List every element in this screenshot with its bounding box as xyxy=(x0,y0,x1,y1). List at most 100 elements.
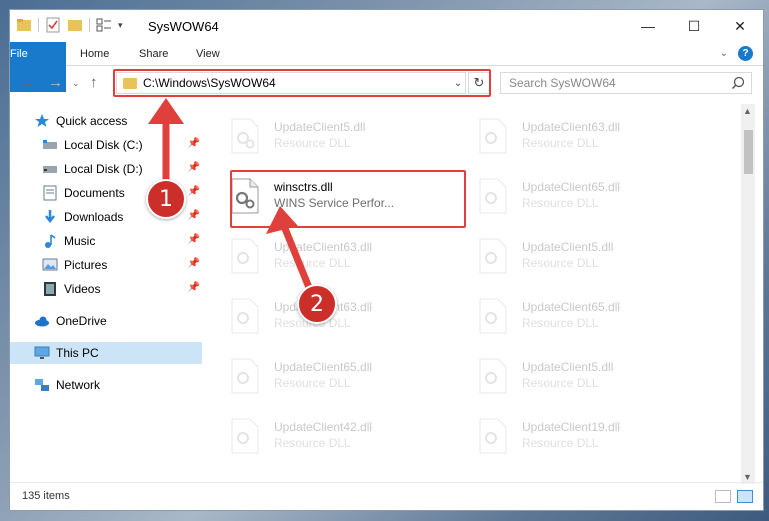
title-bar: ▾ SysWOW64 — ☐ ✕ xyxy=(10,10,763,42)
minimize-button[interactable]: — xyxy=(625,10,671,42)
chevron-down-icon[interactable]: ▾ xyxy=(118,20,123,31)
drive-icon xyxy=(42,161,58,177)
dll-file-icon xyxy=(230,118,266,158)
navigation-pane: Quick access Local Disk (C:) 📌 Local Dis… xyxy=(10,104,206,484)
close-button[interactable]: ✕ xyxy=(717,10,763,42)
forward-arrow-icon[interactable]: → xyxy=(48,74,63,91)
sidebar-item-music[interactable]: Music 📌 xyxy=(42,230,202,252)
step-badge-2: 2 xyxy=(297,284,337,324)
sidebar-item-label: Quick access xyxy=(56,114,128,128)
dll-file-icon xyxy=(478,118,514,158)
dll-file-icon xyxy=(478,358,514,398)
sidebar-item-label: Videos xyxy=(64,282,101,296)
pin-icon[interactable]: 📌 xyxy=(188,138,200,149)
downloads-icon xyxy=(42,209,58,225)
pin-icon[interactable]: 📌 xyxy=(188,186,200,197)
search-placeholder[interactable]: Search SysWOW64 xyxy=(509,76,616,90)
dll-file-icon xyxy=(230,298,266,338)
pictures-icon xyxy=(42,257,58,273)
dll-file-icon xyxy=(230,418,266,458)
star-icon xyxy=(34,113,50,129)
sidebar-item-label: Local Disk (C:) xyxy=(64,138,143,152)
file-item[interactable]: UpdateClient42.dll Resource DLL xyxy=(208,414,448,464)
sidebar-item-label: Network xyxy=(56,378,101,392)
file-item[interactable]: UpdateClient5.dll Resource DLL xyxy=(456,354,696,404)
dll-file-icon xyxy=(478,178,514,218)
ribbon-tabs: File Home Share View ⌄ ? xyxy=(10,42,763,92)
explorer-window: ▾ SysWOW64 — ☐ ✕ File Home Share View ⌄ … xyxy=(9,9,764,511)
sidebar-item-label: Music xyxy=(64,234,96,248)
window-title: SysWOW64 xyxy=(148,19,219,34)
sidebar-item-videos[interactable]: Videos 📌 xyxy=(42,278,202,300)
sidebar-item-local-disk-c[interactable]: Local Disk (C:) 📌 xyxy=(42,134,202,156)
window-controls: — ☐ ✕ xyxy=(625,10,763,42)
file-item[interactable]: UpdateClient65.dll Resource DLL xyxy=(208,354,448,404)
file-description: Resource DLL xyxy=(274,436,351,450)
file-name: UpdateClient65.dll xyxy=(522,180,621,194)
sidebar-item-quick-access[interactable]: Quick access xyxy=(34,110,202,132)
tiles-view-icon[interactable] xyxy=(737,490,753,503)
divider xyxy=(89,18,90,32)
expand-ribbon-icon[interactable]: ⌄ xyxy=(720,48,728,59)
dll-file-icon xyxy=(478,298,514,338)
view-options-icon[interactable] xyxy=(96,17,112,33)
tab-home[interactable]: Home xyxy=(68,42,121,66)
file-item[interactable]: UpdateClient5.dll Resource DLL xyxy=(456,234,696,284)
file-item[interactable]: UpdateClient63.dll Resource DLL xyxy=(456,114,696,164)
new-folder-icon[interactable] xyxy=(67,17,83,33)
step-badge-1: 1 xyxy=(146,179,186,219)
file-name: UpdateClient5.dll xyxy=(274,120,366,134)
file-item[interactable]: UpdateClient19.dll Resource DLL xyxy=(456,414,696,464)
search-box[interactable]: Search SysWOW64 xyxy=(500,72,752,94)
network-icon xyxy=(34,377,50,393)
pin-icon[interactable]: 📌 xyxy=(188,258,200,269)
details-view-icon[interactable] xyxy=(715,490,731,503)
file-description: Resource DLL xyxy=(274,256,351,270)
file-name: UpdateClient65.dll xyxy=(522,300,621,314)
quick-access-toolbar: ▾ xyxy=(16,17,123,33)
view-toggle xyxy=(715,490,753,503)
pin-icon[interactable]: 📌 xyxy=(188,162,200,173)
scroll-up-icon[interactable]: ▲ xyxy=(743,106,752,116)
file-name: UpdateClient65.dll xyxy=(274,360,373,374)
up-arrow-icon[interactable]: ↑ xyxy=(90,74,98,91)
dll-file-icon xyxy=(478,238,514,278)
divider xyxy=(38,18,39,32)
file-name: UpdateClient5.dll xyxy=(522,240,614,254)
pc-icon xyxy=(34,345,50,361)
pin-icon[interactable]: 📌 xyxy=(188,210,200,221)
file-item[interactable]: UpdateClient65.dll Resource DLL xyxy=(456,294,696,344)
drive-icon xyxy=(42,137,58,153)
help-icon[interactable]: ? xyxy=(738,46,753,61)
dll-file-icon xyxy=(478,418,514,458)
sidebar-item-this-pc[interactable]: This PC xyxy=(10,342,202,364)
scroll-down-icon[interactable]: ▼ xyxy=(743,472,752,482)
file-item[interactable]: UpdateClient5.dll Resource DLL xyxy=(208,114,448,164)
dll-file-icon xyxy=(230,238,266,278)
pin-icon[interactable]: 📌 xyxy=(188,234,200,245)
file-description: Resource DLL xyxy=(522,436,599,450)
sidebar-item-onedrive[interactable]: OneDrive xyxy=(34,310,202,332)
item-count: 135 items xyxy=(22,490,70,502)
file-item[interactable]: UpdateClient63.dll Resource DLL xyxy=(208,234,448,284)
sidebar-item-pictures[interactable]: Pictures 📌 xyxy=(42,254,202,276)
pin-icon[interactable]: 📌 xyxy=(188,282,200,293)
sidebar-item-network[interactable]: Network xyxy=(34,374,202,396)
recent-locations-chevron-icon[interactable]: ⌄ xyxy=(72,78,80,89)
search-icon xyxy=(731,76,745,93)
cloud-icon xyxy=(34,313,50,329)
vertical-scrollbar[interactable]: ▲ ▼ xyxy=(741,104,755,484)
file-item[interactable]: UpdateClient65.dll Resource DLL xyxy=(456,174,696,224)
maximize-button[interactable]: ☐ xyxy=(671,10,717,42)
status-bar: 135 items xyxy=(10,482,763,510)
navigation-bar: ← → ⌄ ↑ C:\Windows\SysWOW64 ⌄ ↻ Search S… xyxy=(10,68,763,100)
tab-share[interactable]: Share xyxy=(127,42,180,66)
file-description: Resource DLL xyxy=(274,376,351,390)
sidebar-item-label: Downloads xyxy=(64,210,124,224)
sidebar-item-label: Pictures xyxy=(64,258,108,272)
scrollbar-thumb[interactable] xyxy=(744,130,753,174)
properties-icon[interactable] xyxy=(45,17,61,33)
tab-view[interactable]: View xyxy=(184,42,232,66)
back-arrow-icon[interactable]: ← xyxy=(20,74,35,91)
sidebar-item-local-disk-d[interactable]: Local Disk (D:) 📌 xyxy=(42,158,202,180)
